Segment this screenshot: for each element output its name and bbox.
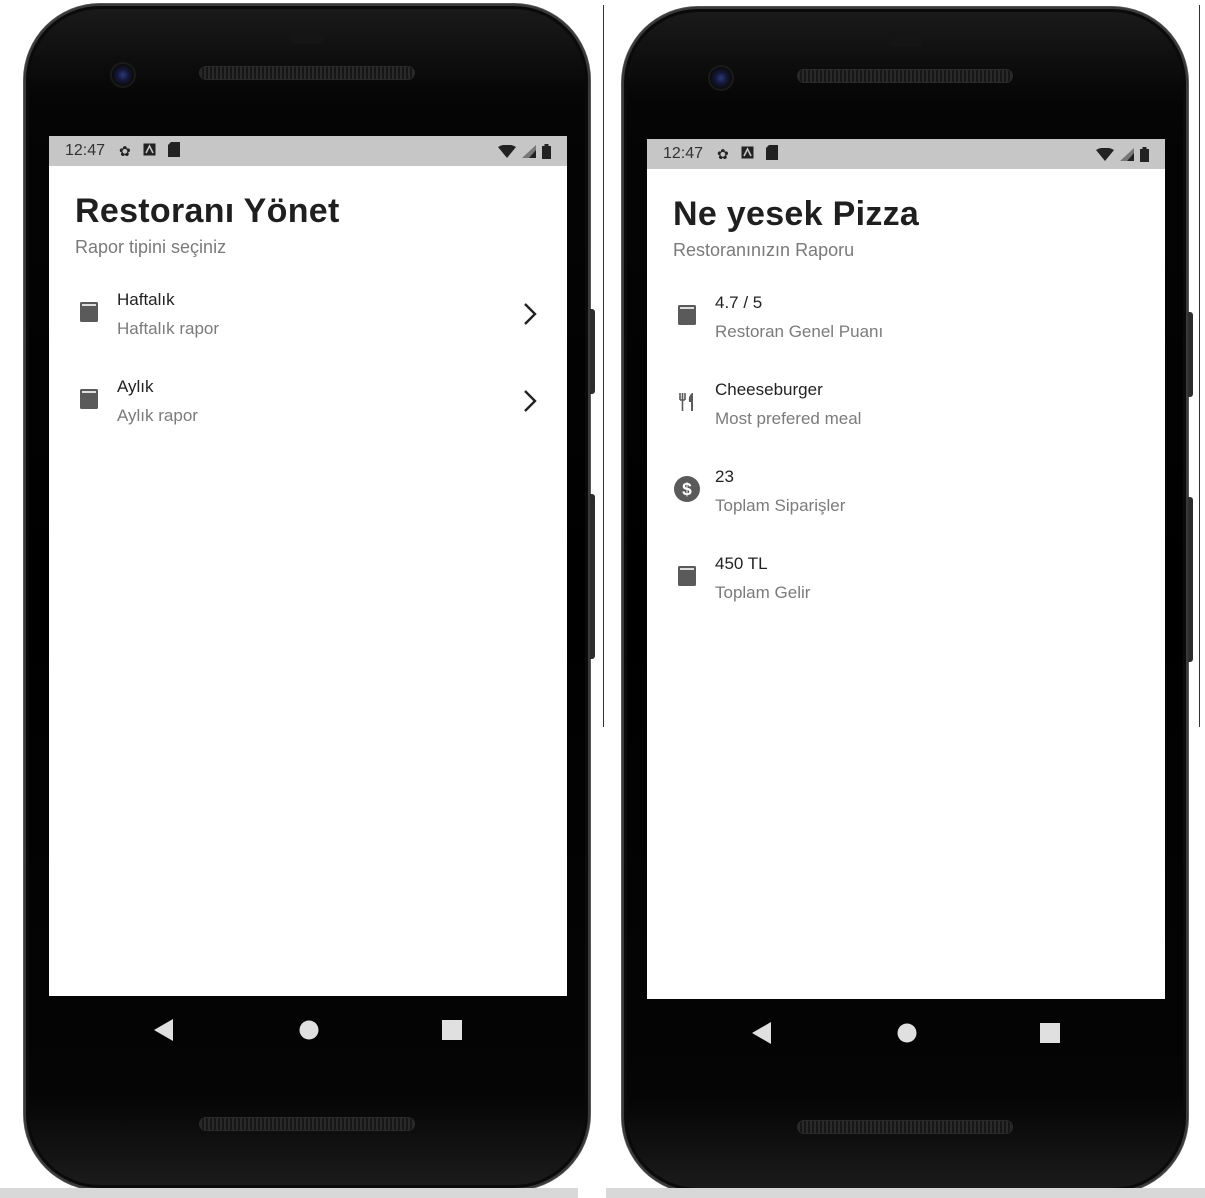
sd-card-icon xyxy=(765,145,778,163)
list-item-title: 23 xyxy=(715,467,734,486)
screen-restaurant-report: 12:47 ✿ Ne yesek Pizza Restoranınızın Ra… xyxy=(647,139,1165,999)
divider-line xyxy=(603,5,604,727)
battery-icon xyxy=(542,143,551,159)
sd-card-icon xyxy=(167,142,180,160)
signal-icon xyxy=(1120,147,1134,161)
home-icon[interactable] xyxy=(897,1023,917,1043)
settings-icon: ✿ xyxy=(119,142,131,159)
status-time: 12:47 xyxy=(663,145,704,162)
status-time: 12:47 xyxy=(65,142,106,159)
status-bar: 12:47 ✿ xyxy=(49,136,567,166)
top-speaker xyxy=(200,67,414,79)
list-item-haftalik[interactable]: Haftalık Haftalık rapor xyxy=(49,284,567,371)
sensor xyxy=(290,32,324,44)
front-camera-icon xyxy=(710,67,732,89)
bottom-speaker xyxy=(200,1118,414,1130)
signal-icon xyxy=(522,144,536,158)
calculator-icon xyxy=(678,305,696,325)
list-item-subtitle: Toplam Gelir xyxy=(715,583,811,602)
list-item-total-revenue[interactable]: 450 TL Toplam Gelir xyxy=(647,548,1165,635)
list-item-aylik[interactable]: Aylık Aylık rapor xyxy=(49,371,567,458)
list-item-title: Cheeseburger xyxy=(715,380,823,399)
navigation-bar xyxy=(622,1017,1188,1067)
front-camera-icon xyxy=(112,64,134,86)
page-title: Ne yesek Pizza xyxy=(673,195,920,233)
recents-icon[interactable] xyxy=(442,1020,462,1040)
chevron-right-icon xyxy=(524,303,537,325)
power-button xyxy=(1188,497,1193,662)
list-item-favorite-meal[interactable]: Cheeseburger Most prefered meal xyxy=(647,374,1165,461)
list-item-title: 450 TL xyxy=(715,554,768,573)
home-icon[interactable] xyxy=(299,1020,319,1040)
phone-frame-left: 12:47 ✿ Restoranı Yönet Rapor tipini seç… xyxy=(24,4,595,1190)
bottom-bar xyxy=(606,1188,1205,1198)
list-item-subtitle: Most prefered meal xyxy=(715,409,862,428)
page-subtitle: Restoranınızın Raporu xyxy=(673,240,855,260)
bottom-bar xyxy=(0,1188,578,1198)
recents-icon[interactable] xyxy=(1040,1023,1060,1043)
navigation-bar xyxy=(24,1014,590,1064)
back-icon[interactable] xyxy=(154,1019,174,1041)
notification-a-icon xyxy=(741,146,754,162)
wifi-icon xyxy=(498,144,516,158)
calculator-icon xyxy=(678,566,696,586)
divider-line xyxy=(1199,5,1200,727)
list-item-subtitle: Restoran Genel Puanı xyxy=(715,322,884,341)
back-icon[interactable] xyxy=(752,1022,772,1044)
calculator-icon xyxy=(80,389,98,409)
settings-icon: ✿ xyxy=(717,145,729,162)
status-right-icons xyxy=(1096,146,1149,162)
list-item-subtitle: Haftalık rapor xyxy=(117,319,220,338)
list-item-title: 4.7 / 5 xyxy=(715,293,763,312)
top-speaker xyxy=(798,70,1012,82)
svg-text:$: $ xyxy=(682,479,692,499)
list-item-title: Haftalık xyxy=(117,290,175,309)
calculator-icon xyxy=(80,302,98,322)
screen-restoran-yonet: 12:47 ✿ Restoranı Yönet Rapor tipini seç… xyxy=(49,136,567,996)
status-right-icons xyxy=(498,143,551,159)
power-button xyxy=(590,494,595,659)
dollar-circle-icon: $ xyxy=(674,476,700,502)
sensor xyxy=(888,35,922,47)
volume-button xyxy=(1188,312,1193,397)
report-type-list: Haftalık Haftalık rapor Aylık Aylık rapo… xyxy=(49,284,567,458)
list-item-title: Aylık xyxy=(117,377,154,396)
volume-button xyxy=(590,309,595,394)
wifi-icon xyxy=(1096,147,1114,161)
bottom-speaker xyxy=(798,1121,1012,1133)
list-item-total-orders[interactable]: $ 23 Toplam Siparişler xyxy=(647,461,1165,548)
restaurant-icon xyxy=(679,393,693,411)
page-subtitle: Rapor tipini seçiniz xyxy=(75,237,227,257)
list-item-subtitle: Toplam Siparişler xyxy=(715,496,846,515)
notification-a-icon xyxy=(143,143,156,159)
page-title: Restoranı Yönet xyxy=(75,192,340,230)
status-bar: 12:47 ✿ xyxy=(647,139,1165,169)
chevron-right-icon xyxy=(524,390,537,412)
list-item-subtitle: Aylık rapor xyxy=(117,406,198,425)
phone-frame-right: 12:47 ✿ Ne yesek Pizza Restoranınızın Ra… xyxy=(622,7,1193,1193)
report-list: 4.7 / 5 Restoran Genel Puanı Cheeseburge… xyxy=(647,287,1165,635)
battery-icon xyxy=(1140,146,1149,162)
list-item-rating[interactable]: 4.7 / 5 Restoran Genel Puanı xyxy=(647,287,1165,374)
